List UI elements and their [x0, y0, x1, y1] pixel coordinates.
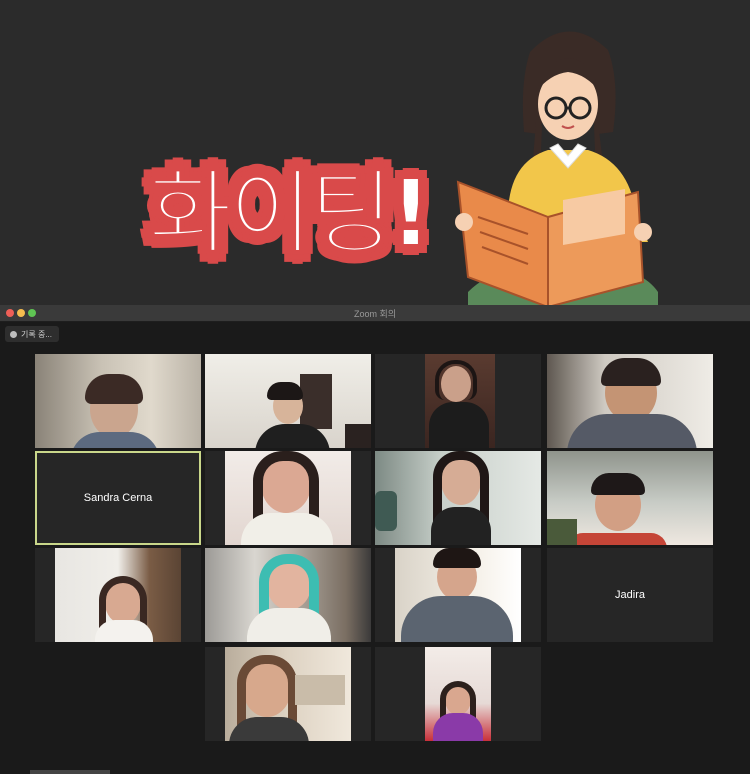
participant-video	[55, 548, 181, 642]
participant-video	[547, 354, 713, 448]
participant-tile[interactable]	[35, 548, 201, 642]
participant-tile[interactable]: Jadira	[547, 548, 713, 642]
participant-tile[interactable]	[35, 354, 201, 448]
participant-tile[interactable]	[205, 451, 371, 545]
participant-video	[205, 354, 371, 448]
window-title-bar: Zoom 회의	[0, 305, 750, 322]
participant-video	[425, 647, 491, 741]
footer-strip	[30, 770, 110, 774]
participant-tile[interactable]	[205, 354, 371, 448]
window-title: Zoom 회의	[353, 309, 397, 319]
participant-video	[35, 354, 201, 448]
participant-tile[interactable]	[547, 451, 713, 545]
participant-tile[interactable]	[375, 548, 541, 642]
participant-video	[425, 354, 495, 448]
participant-tile[interactable]	[205, 548, 371, 642]
recording-dot-icon	[10, 330, 17, 338]
participant-video	[375, 451, 541, 545]
participant-video	[205, 548, 371, 642]
recording-label: 기록 중...	[21, 329, 52, 339]
participant-tile-active-speaker[interactable]: Sandra Cerna	[35, 451, 201, 545]
participant-video	[395, 548, 521, 642]
participant-tile[interactable]	[375, 647, 541, 741]
participant-name: Jadira	[615, 589, 645, 601]
participant-video	[225, 451, 351, 545]
reading-girl-illustration	[455, 31, 658, 312]
participant-tile[interactable]	[375, 354, 541, 448]
participant-tile[interactable]	[547, 354, 713, 448]
fighting-sticker-text: 화이팅!	[147, 160, 433, 267]
participant-tile[interactable]	[205, 647, 371, 741]
participant-tile[interactable]	[375, 451, 541, 545]
sticker-banner: 화이팅!	[0, 0, 750, 312]
participant-video	[547, 451, 713, 545]
participant-name: Sandra Cerna	[83, 492, 153, 504]
participant-video	[225, 647, 351, 741]
recording-indicator[interactable]: 기록 중...	[5, 326, 59, 342]
